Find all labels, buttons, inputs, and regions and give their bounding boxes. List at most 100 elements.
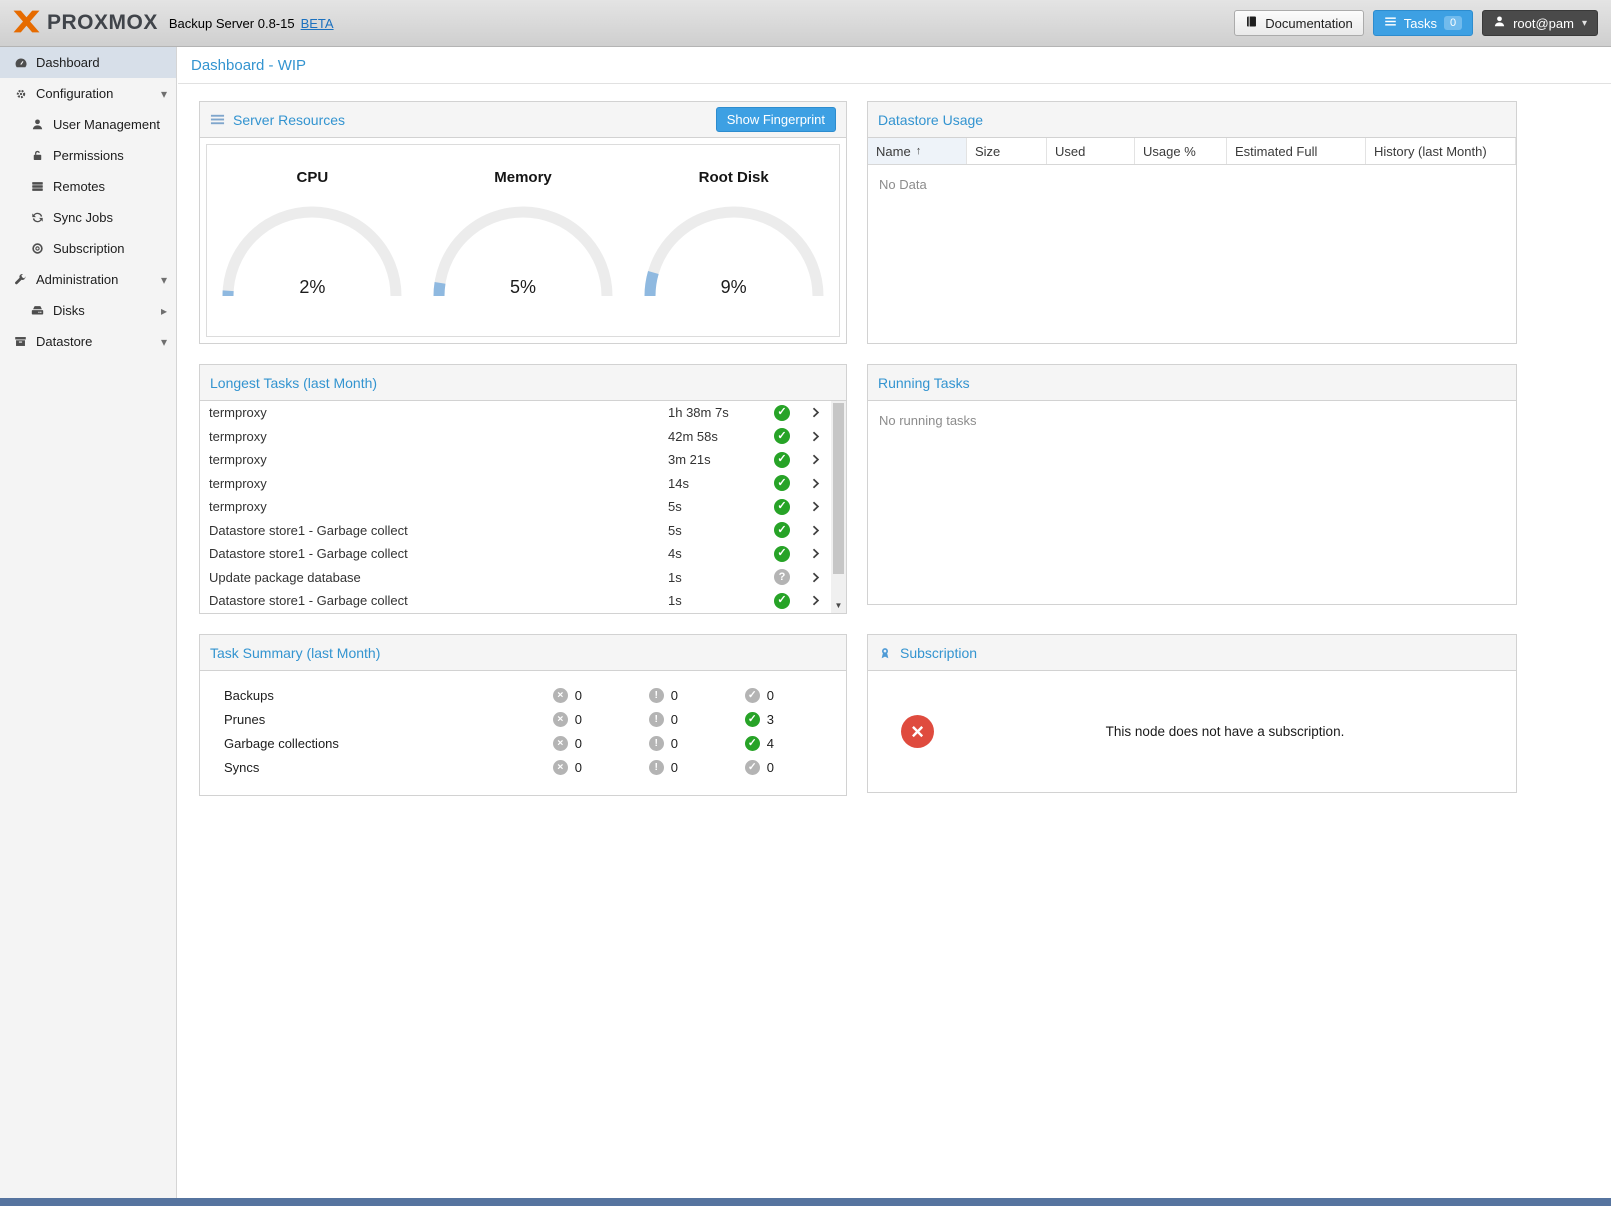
server-icon: [29, 180, 46, 193]
archive-icon: [12, 335, 29, 348]
scrollbar-down-icon[interactable]: ▼: [831, 598, 846, 612]
error-stat: ×0: [553, 760, 649, 775]
warning-count: 0: [671, 712, 678, 727]
chevron-right-icon[interactable]: [800, 453, 831, 466]
lines-icon: [210, 112, 225, 127]
task-row[interactable]: termproxy5s✓: [200, 495, 831, 519]
task-row[interactable]: termproxy3m 21s✓: [200, 448, 831, 472]
error-circle-icon: ×: [553, 736, 568, 751]
task-list: termproxy1h 38m 7s✓termproxy42m 58s✓term…: [200, 401, 831, 613]
datastore-usage-panel: Datastore Usage Name↑ Size Used Usage % Esti…: [867, 101, 1517, 344]
column-header-history-last-month[interactable]: History (last Month): [1366, 138, 1516, 164]
chevron-right-icon[interactable]: [800, 430, 831, 443]
gauge-value: 5%: [428, 277, 618, 298]
wrench-icon: [12, 273, 29, 286]
running-tasks-empty-text: No running tasks: [868, 401, 1516, 440]
error-circle-icon: ×: [553, 760, 568, 775]
task-name: termproxy: [200, 452, 668, 467]
longest-tasks-header: Longest Tasks (last Month): [200, 365, 846, 401]
ok-count: 0: [767, 688, 774, 703]
scrollbar-thumb[interactable]: [833, 403, 844, 574]
task-duration: 3m 21s: [668, 452, 764, 467]
proxmox-logo-text: PROXMOX: [47, 11, 158, 35]
task-row[interactable]: Datastore store1 - Garbage collect4s✓: [200, 542, 831, 566]
error-count: 0: [575, 712, 582, 727]
caret-down-icon[interactable]: ▾: [161, 87, 167, 101]
error-count: 0: [575, 736, 582, 751]
chevron-right-icon[interactable]: [800, 571, 831, 584]
task-list-icon: [1384, 15, 1397, 31]
sidebar-item-user-management[interactable]: User Management: [0, 109, 176, 140]
task-ok-icon: ✓: [764, 475, 800, 491]
gear-icon: [12, 87, 29, 101]
chevron-right-icon[interactable]: [800, 500, 831, 513]
beta-link[interactable]: BETA: [301, 16, 334, 31]
chevron-right-icon[interactable]: [800, 547, 831, 560]
book-icon: [1245, 15, 1258, 31]
sort-up-icon: ↑: [916, 145, 922, 157]
chevron-right-icon[interactable]: [800, 524, 831, 537]
user-icon: [1493, 15, 1506, 31]
column-header-usage[interactable]: Usage %: [1135, 138, 1227, 164]
column-header-name[interactable]: Name↑: [868, 138, 967, 164]
task-row[interactable]: termproxy14s✓: [200, 472, 831, 496]
task-duration: 1h 38m 7s: [668, 405, 764, 420]
sidebar: DashboardConfiguration▾User ManagementPe…: [0, 47, 177, 1198]
task-ok-icon: ✓: [764, 499, 800, 515]
sidebar-item-permissions[interactable]: Permissions: [0, 140, 176, 171]
scrollbar[interactable]: ▼: [831, 401, 846, 613]
sidebar-item-configuration[interactable]: Configuration▾: [0, 78, 176, 109]
task-ok-icon: ✓: [764, 593, 800, 609]
column-label: Used: [1055, 144, 1085, 159]
task-row[interactable]: Datastore store1 - Garbage collect1s✓: [200, 589, 831, 613]
tasks-button[interactable]: Tasks 0: [1373, 10, 1473, 36]
documentation-label: Documentation: [1265, 16, 1352, 31]
sidebar-item-disks[interactable]: Disks▸: [0, 295, 176, 326]
summary-row-label: Prunes: [200, 712, 553, 727]
column-header-size[interactable]: Size: [967, 138, 1047, 164]
life-ring-icon: [29, 242, 46, 255]
gauge-memory: Memory5%: [418, 145, 629, 336]
caret-right-icon[interactable]: ▸: [161, 304, 167, 318]
unlock-icon: [29, 149, 46, 162]
task-row[interactable]: Datastore store1 - Garbage collect5s✓: [200, 519, 831, 543]
sidebar-item-label: Remotes: [53, 179, 105, 194]
caret-down-icon[interactable]: ▾: [161, 335, 167, 349]
documentation-button[interactable]: Documentation: [1234, 10, 1363, 36]
ok-circle-icon: ✓: [745, 736, 760, 751]
server-resources-title: Server Resources: [233, 112, 345, 128]
datastore-usage-title: Datastore Usage: [878, 112, 983, 128]
chevron-right-icon[interactable]: [800, 477, 831, 490]
chevron-right-icon[interactable]: [800, 406, 831, 419]
sidebar-item-dashboard[interactable]: Dashboard: [0, 47, 176, 78]
sidebar-item-subscription[interactable]: Subscription: [0, 233, 176, 264]
task-name: Datastore store1 - Garbage collect: [200, 593, 668, 608]
warning-circle-icon: !: [649, 712, 664, 727]
running-tasks-body: No running tasks: [868, 401, 1516, 604]
caret-down-icon[interactable]: ▾: [161, 273, 167, 287]
sidebar-item-remotes[interactable]: Remotes: [0, 171, 176, 202]
gauge-chart: 5%: [428, 200, 618, 302]
ok-stat: ✓0: [745, 760, 774, 775]
sidebar-item-datastore[interactable]: Datastore▾: [0, 326, 176, 357]
task-ok-icon: ✓: [764, 522, 800, 538]
warning-count: 0: [671, 760, 678, 775]
column-label: Estimated Full: [1235, 144, 1317, 159]
column-header-used[interactable]: Used: [1047, 138, 1135, 164]
refresh-icon: [29, 211, 46, 224]
task-duration: 1s: [668, 593, 764, 608]
task-name: Update package database: [200, 570, 668, 585]
ribbon-icon: [878, 646, 892, 660]
task-row[interactable]: termproxy42m 58s✓: [200, 425, 831, 449]
column-header-estimated-full[interactable]: Estimated Full: [1227, 138, 1366, 164]
chevron-right-icon[interactable]: [800, 594, 831, 607]
task-row[interactable]: termproxy1h 38m 7s✓: [200, 401, 831, 425]
column-label: Size: [975, 144, 1000, 159]
datastore-empty-text: No Data: [868, 165, 1516, 204]
sidebar-item-administration[interactable]: Administration▾: [0, 264, 176, 295]
product-version: Backup Server 0.8-15: [169, 16, 295, 31]
sidebar-item-sync-jobs[interactable]: Sync Jobs: [0, 202, 176, 233]
user-menu-button[interactable]: root@pam ▾: [1482, 10, 1598, 36]
task-row[interactable]: Update package database1s?: [200, 566, 831, 590]
show-fingerprint-button[interactable]: Show Fingerprint: [716, 107, 836, 132]
